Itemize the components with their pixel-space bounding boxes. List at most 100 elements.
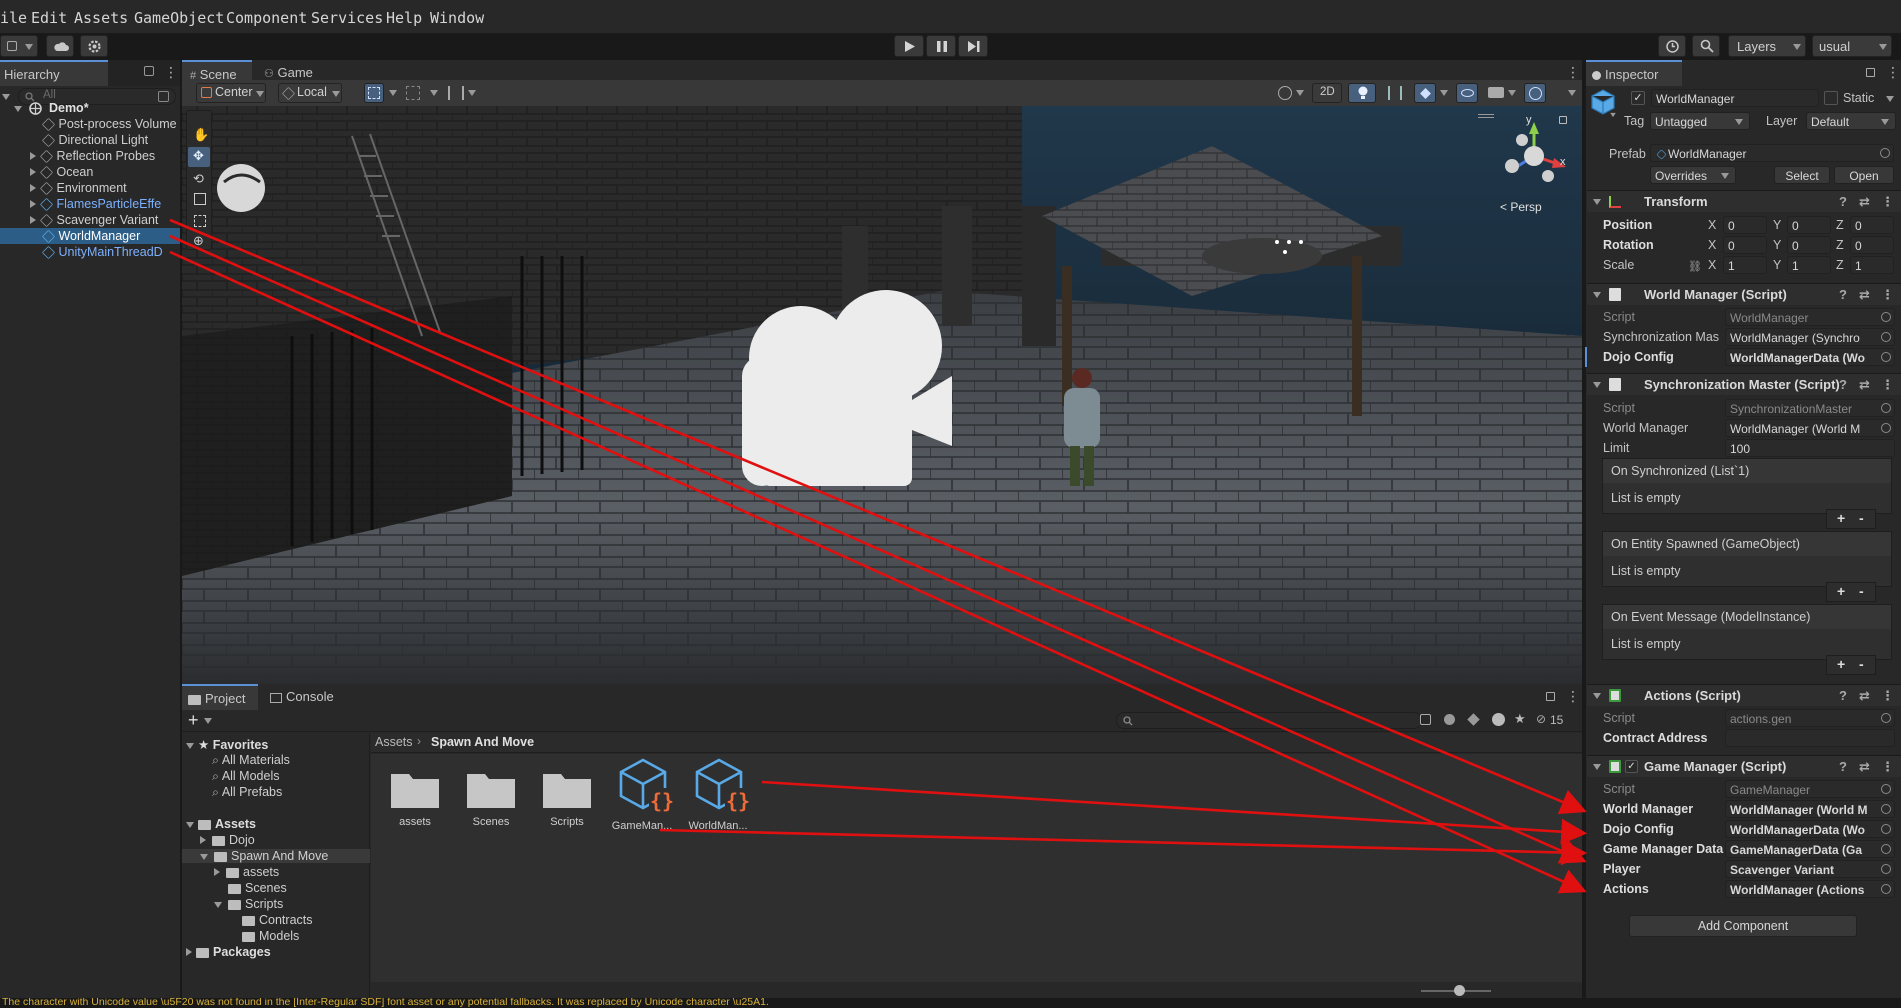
search-by-type-icon[interactable] — [1420, 714, 1431, 725]
scale-y-field[interactable]: 1 — [1787, 256, 1831, 274]
menu-help[interactable]: Help — [386, 9, 422, 27]
hierarchy-item[interactable]: Reflection Probes — [0, 148, 180, 164]
object-name-field[interactable]: WorldManager — [1651, 89, 1819, 107]
tab-hierarchy[interactable]: Hierarchy — [0, 60, 108, 86]
tab-project[interactable]: Project — [182, 684, 258, 710]
actions-header[interactable]: Actions (Script) ? ⇄ ⋮ — [1587, 684, 1901, 706]
lock-icon[interactable] — [144, 66, 154, 76]
rotate-tool-icon[interactable]: ⟲ — [193, 171, 204, 187]
help-icon[interactable]: ? — [1839, 756, 1847, 778]
rect-tool-icon[interactable] — [194, 215, 206, 227]
menu-window[interactable]: Window — [430, 9, 484, 27]
chevron-down-icon[interactable] — [389, 90, 397, 96]
account-dropdown[interactable] — [0, 35, 38, 57]
remove-event-button[interactable]: - — [1859, 583, 1864, 599]
folder-item[interactable]: Dojo — [200, 833, 255, 847]
position-y-field[interactable]: 0 — [1787, 216, 1831, 234]
audio-icon[interactable] — [1388, 86, 1402, 100]
zoom-slider-thumb[interactable] — [1454, 985, 1465, 996]
status-warning-message[interactable]: The character with Unicode value \u5F20 … — [2, 998, 769, 1008]
more-options-icon[interactable]: ⋮ — [1881, 756, 1894, 778]
menu-services[interactable]: Services — [311, 9, 383, 27]
overlay-handle-icon[interactable] — [1478, 114, 1494, 118]
hierarchy-item[interactable]: Environment — [0, 180, 180, 196]
overrides-dropdown[interactable]: Overrides — [1650, 166, 1736, 184]
help-icon[interactable]: ? — [1839, 284, 1847, 306]
folder-item[interactable]: Scenes — [228, 881, 287, 895]
position-z-field[interactable]: 0 — [1850, 216, 1894, 234]
tab-inspector[interactable]: Inspector — [1586, 60, 1682, 86]
chevron-down-icon[interactable] — [1568, 90, 1576, 96]
hidden-packages-icon[interactable]: ⊘ — [1536, 712, 1546, 726]
chevron-down-icon[interactable] — [468, 90, 476, 96]
hierarchy-item-selected[interactable]: WorldManager — [0, 228, 180, 244]
label-icon[interactable] — [1467, 713, 1480, 726]
hierarchy-item[interactable]: Post-process Volume — [0, 116, 180, 132]
scale-tool-icon[interactable] — [194, 193, 206, 205]
chevron-down-icon[interactable] — [1508, 90, 1516, 96]
hierarchy-item[interactable]: Ocean — [0, 164, 180, 180]
space-dropdown[interactable]: Local — [278, 83, 342, 103]
more-options-icon[interactable]: ⋮ — [164, 64, 178, 81]
packages-header[interactable]: Packages — [186, 945, 271, 959]
move-tool[interactable]: ✥ — [188, 147, 210, 167]
pause-button[interactable] — [926, 35, 956, 57]
game-manager-header[interactable]: ✓ Game Manager (Script) ? ⇄ ⋮ — [1587, 755, 1901, 777]
object-picker-icon[interactable] — [1881, 423, 1891, 433]
layer-dropdown[interactable]: Default — [1806, 112, 1896, 130]
play-button[interactable] — [894, 35, 924, 57]
chevron-down-icon[interactable] — [430, 90, 438, 96]
lighting-toggle[interactable] — [1348, 83, 1376, 103]
tab-console[interactable]: Console — [270, 684, 346, 710]
create-plus-button[interactable]: + — [188, 710, 199, 731]
rotation-z-field[interactable]: 0 — [1850, 236, 1894, 254]
step-button[interactable] — [958, 35, 988, 57]
lock-icon[interactable] — [1866, 68, 1875, 77]
log-icon[interactable] — [1492, 713, 1505, 726]
hierarchy-scene-root[interactable]: Demo* — [0, 100, 180, 116]
favorite-item[interactable]: ⌕ All Prefabs — [212, 785, 282, 800]
chevron-down-icon[interactable] — [204, 718, 212, 724]
menu-edit[interactable]: Edit — [31, 9, 67, 27]
object-picker-icon[interactable] — [1881, 804, 1891, 814]
gizmos-toggle[interactable] — [1524, 83, 1546, 103]
sync-master-field[interactable]: WorldManager (Synchro — [1725, 328, 1895, 346]
search-button[interactable] — [1692, 35, 1720, 57]
enabled-checkbox[interactable]: ✓ — [1625, 760, 1638, 773]
active-checkbox[interactable]: ✓ — [1631, 91, 1645, 105]
gm-dojo-config-field[interactable]: WorldManagerData (Wo — [1725, 820, 1895, 838]
pivot-dropdown[interactable]: Center — [196, 83, 266, 103]
chevron-down-icon[interactable] — [1440, 90, 1448, 96]
breadcrumb-item[interactable]: Spawn And Move — [431, 735, 534, 749]
lock-icon[interactable] — [1559, 116, 1567, 124]
layers-dropdown[interactable]: Layers — [1728, 35, 1806, 57]
presets-icon[interactable]: ⇄ — [1859, 685, 1870, 707]
perspective-label[interactable]: < Persp — [1500, 200, 1542, 214]
presets-icon[interactable]: ⇄ — [1859, 284, 1870, 306]
contract-address-field[interactable] — [1725, 729, 1895, 747]
chevron-down-icon[interactable] — [1296, 90, 1304, 96]
presets-icon[interactable]: ⇄ — [1859, 756, 1870, 778]
gm-actions-field[interactable]: WorldManager (Actions — [1725, 880, 1895, 898]
scale-z-field[interactable]: 1 — [1850, 256, 1894, 274]
gm-game-manager-data-field[interactable]: GameManagerData (Ga — [1725, 840, 1895, 858]
scale-x-field[interactable]: 1 — [1723, 256, 1767, 274]
assets-header[interactable]: Assets — [186, 817, 256, 831]
project-search-input[interactable] — [1116, 712, 1422, 729]
world-manager-header[interactable]: World Manager (Script) ? ⇄ ⋮ — [1587, 283, 1901, 305]
hand-tool-icon[interactable]: ✋ — [193, 127, 209, 143]
draw-mode-icon[interactable] — [1278, 86, 1292, 100]
add-event-button[interactable]: + — [1837, 583, 1845, 599]
remove-event-button[interactable]: - — [1859, 510, 1864, 526]
hierarchy-item[interactable]: UnityMainThreadD — [0, 244, 180, 260]
limit-field[interactable]: 100 — [1725, 439, 1895, 457]
more-options-icon[interactable]: ⋮ — [1886, 64, 1900, 81]
folder-item[interactable]: Contracts — [242, 913, 313, 927]
menu-component[interactable]: Component — [226, 9, 307, 27]
folder-item[interactable]: assets — [214, 865, 279, 879]
snap-increment-icon[interactable] — [406, 86, 420, 100]
object-picker-icon[interactable] — [1881, 844, 1891, 854]
transform-header[interactable]: Transform ? ⇄ ⋮ — [1587, 190, 1901, 212]
sync-master-header[interactable]: Synchronization Master (Script) ? ⇄ ⋮ — [1587, 373, 1901, 395]
more-options-icon[interactable]: ⋮ — [1566, 688, 1580, 705]
